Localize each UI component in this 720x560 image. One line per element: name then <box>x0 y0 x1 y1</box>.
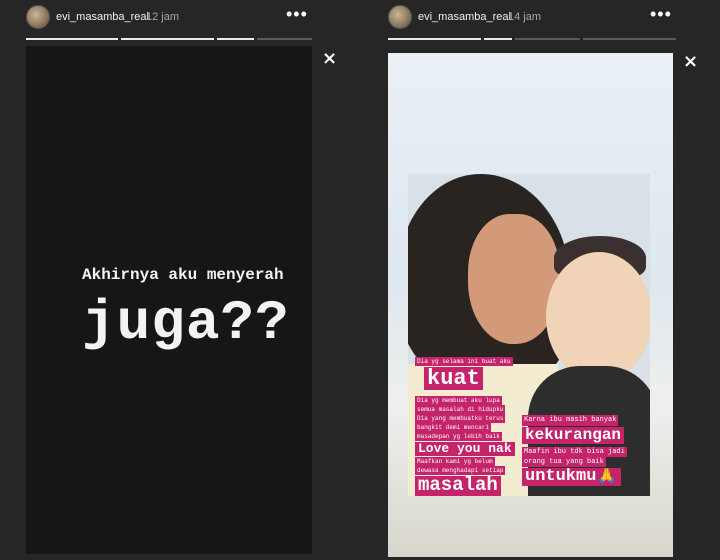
story-content[interactable]: Dia yg selama ini buat aku kuat Dia yg m… <box>388 53 673 557</box>
sticker-text-large: Love you nak <box>415 442 515 456</box>
sticker-text: Dia yg membuat aku lupa <box>415 396 502 405</box>
story-text-line1: Akhirnya aku menyerah <box>82 266 284 284</box>
close-icon[interactable]: × <box>322 50 337 68</box>
sticker-text-large: masalah <box>415 476 501 496</box>
username[interactable]: evi_masamba_real <box>56 11 149 23</box>
progress-bars <box>26 38 312 40</box>
progress-bars <box>388 38 676 40</box>
progress-segment <box>256 38 312 40</box>
story-content[interactable]: Akhirnya aku menyerah juga?? <box>26 46 312 554</box>
progress-segment-current <box>216 38 254 40</box>
more-horizontal-icon[interactable]: ••• <box>286 5 308 23</box>
progress-segment-current <box>484 38 512 40</box>
progress-segment <box>388 38 481 40</box>
photo-baby-face <box>546 252 650 382</box>
story-text-line2: juga?? <box>82 291 290 355</box>
story-header: evi_masamba_real 12 jam ••• <box>26 5 312 31</box>
avatar[interactable] <box>388 5 412 29</box>
sticker-text-large: untukmu🙏 <box>522 468 621 486</box>
sticker-text: Karna ibu masih banyak <box>522 415 619 426</box>
sticker-text: masadepan yg lebih baik <box>415 432 502 441</box>
avatar[interactable] <box>26 5 50 29</box>
username[interactable]: evi_masamba_real <box>418 11 511 23</box>
sticker-text-large: kekurangan <box>522 427 625 444</box>
sticker-text: dewasa menghadapi setiap <box>415 466 506 475</box>
more-horizontal-icon[interactable]: ••• <box>650 5 672 23</box>
sticker-text: Dia yg selama ini buat aku <box>415 357 513 366</box>
progress-segment <box>26 38 119 40</box>
progress-segment <box>583 38 676 40</box>
story-header: evi_masamba_real 14 jam ••• <box>388 5 676 31</box>
sticker-text: orang tua yang baik <box>522 457 606 467</box>
timestamp: 14 jam <box>508 11 542 23</box>
timestamp: 12 jam <box>146 11 180 23</box>
sticker-text-large: kuat <box>424 367 483 391</box>
progress-segment <box>514 38 580 40</box>
sticker-text: Maafkan kami yg belum <box>415 457 495 466</box>
sticker-text: Dia yang membuatku terus <box>415 414 506 423</box>
sticker-text: semua masalah di hidupku <box>415 405 506 414</box>
progress-segment <box>121 38 214 40</box>
close-icon[interactable]: × <box>683 53 698 71</box>
sticker-text: Maafin ibu tdk bisa jadi <box>522 447 627 457</box>
sticker-text: bangkit demi mencari <box>415 423 492 432</box>
